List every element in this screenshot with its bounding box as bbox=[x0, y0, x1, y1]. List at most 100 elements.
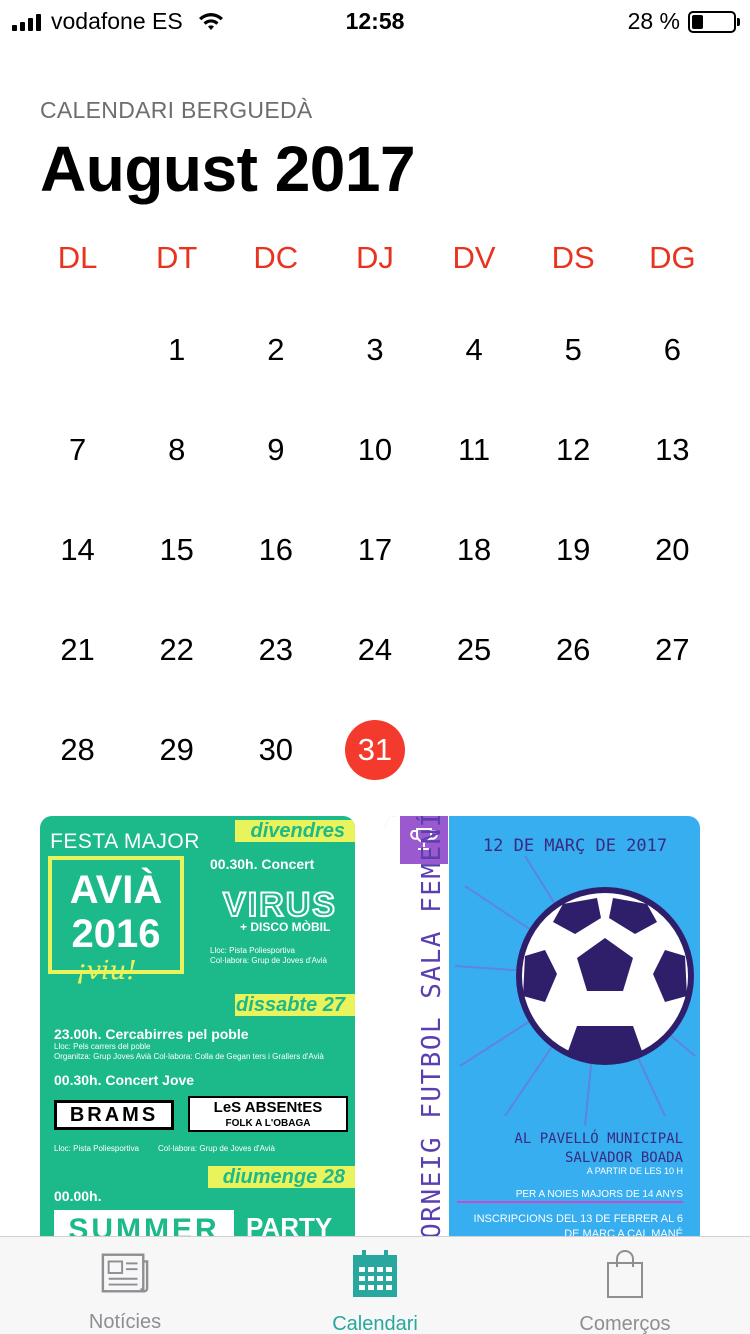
calendar-day[interactable]: 19 bbox=[524, 500, 623, 600]
calendar-day[interactable]: 12 bbox=[524, 400, 623, 500]
event-year: 2016 bbox=[71, 912, 161, 956]
tab-bar: Notícies Calendari Comerços bbox=[0, 1236, 750, 1334]
calendar-day[interactable]: 2 bbox=[226, 300, 325, 400]
tab-comercos[interactable]: Comerços bbox=[500, 1237, 750, 1334]
weekday-label: DV bbox=[452, 240, 496, 275]
calendar-day-number: 20 bbox=[655, 532, 690, 567]
calendar-day-number: 31 bbox=[344, 720, 405, 780]
venue-label: AL PAVELLÓ MUNICIPAL SALVADOR BOADA bbox=[457, 1130, 683, 1168]
tournament-title: TORNEIG FUTBOL SALA FEMENÍ bbox=[417, 816, 447, 1236]
calendar-subtitle: CALENDARI BERGUEDÀ bbox=[40, 97, 313, 123]
event-time: 00.00h. bbox=[54, 1188, 102, 1204]
date-banner: diumenge 28 bbox=[208, 1166, 355, 1188]
start-time: A PARTIR DE LES 10 H bbox=[586, 1166, 683, 1176]
event-card-futbol-sala[interactable]: TORNEIG FUTBOL SALA FEMENÍ 12 DE MARÇ DE… bbox=[385, 816, 700, 1236]
calendar-day[interactable]: 14 bbox=[28, 500, 127, 600]
weekday-label: DS bbox=[551, 240, 595, 275]
calendar-day[interactable]: 3 bbox=[325, 300, 424, 400]
calendar-day-number: 21 bbox=[60, 632, 95, 667]
calendar-day[interactable]: 30 bbox=[226, 700, 325, 800]
calendar-empty-cell bbox=[28, 300, 127, 400]
eligibility: PER A NOIES MAJORS DE 14 ANYS bbox=[457, 1189, 683, 1203]
calendar-day[interactable]: 23 bbox=[226, 600, 325, 700]
calendar-day[interactable]: 22 bbox=[127, 600, 226, 700]
calendar-day[interactable]: 4 bbox=[425, 300, 524, 400]
calendar-day-number: 5 bbox=[564, 332, 582, 367]
viu-handwriting: ¡viu! bbox=[76, 956, 137, 986]
event-card-festa-major[interactable]: FESTA MAJOR AVIÀ 2016 ¡viu! divendres 26… bbox=[40, 816, 355, 1236]
calendar-day[interactable]: 29 bbox=[127, 700, 226, 800]
calendar-day-number: 1 bbox=[168, 332, 186, 367]
summer-label: SUMMER bbox=[54, 1210, 234, 1236]
band-les-absentes-name: LeS ABSENtES bbox=[213, 1099, 323, 1116]
calendar-day[interactable]: 26 bbox=[524, 600, 623, 700]
festa-major-label: FESTA MAJOR bbox=[50, 830, 200, 853]
band-brams: BRAMS bbox=[54, 1100, 174, 1130]
collab-info: Col·labora: Grup de Joves d'Avià bbox=[158, 1144, 275, 1153]
calendar-day[interactable]: 1 bbox=[127, 300, 226, 400]
concert-jove: 00.30h. Concert Jove bbox=[54, 1072, 195, 1088]
shopping-bag-icon bbox=[600, 1249, 650, 1299]
calendar-day-number: 10 bbox=[357, 432, 393, 467]
weekday-label: DL bbox=[57, 240, 98, 275]
calendar-day[interactable]: 24 bbox=[325, 600, 424, 700]
calendar-day[interactable]: 5 bbox=[524, 300, 623, 400]
calendar-day[interactable]: 27 bbox=[623, 600, 722, 700]
calendar-day[interactable]: 28 bbox=[28, 700, 127, 800]
battery-icon bbox=[688, 10, 740, 33]
calendar-day-number: 13 bbox=[655, 432, 690, 467]
calendar-day[interactable]: 20 bbox=[623, 500, 722, 600]
weekday-label: DT bbox=[156, 240, 198, 275]
calendar-day[interactable]: 7 bbox=[28, 400, 127, 500]
weekday-header: DL DT DC DJ DV DS DG bbox=[28, 240, 722, 276]
calendar-day[interactable]: 25 bbox=[425, 600, 524, 700]
collab-info: Col·labora: Grup de Joves d'Avià bbox=[210, 956, 327, 965]
soccer-ball-icon bbox=[516, 887, 694, 1065]
calendar-day-number: 4 bbox=[465, 332, 483, 367]
calendar-day-number: 26 bbox=[555, 632, 591, 667]
calendar-day-number: 27 bbox=[655, 632, 690, 667]
calendar-day-number: 24 bbox=[357, 632, 393, 667]
calendar-day-number: 14 bbox=[60, 532, 95, 567]
calendar-day-number: 23 bbox=[258, 632, 294, 667]
calendar-day[interactable]: 13 bbox=[623, 400, 722, 500]
calendar-day-number: 30 bbox=[258, 732, 294, 767]
date-banner: dissabte 27 bbox=[235, 994, 355, 1016]
party-label: PARTY bbox=[246, 1212, 333, 1236]
calendar-day[interactable]: 21 bbox=[28, 600, 127, 700]
calendar-day-number: 8 bbox=[168, 432, 186, 467]
concert-time: 00.30h. Concert bbox=[210, 856, 315, 872]
calendar-day[interactable]: 11 bbox=[425, 400, 524, 500]
calendar-day-number: 11 bbox=[457, 432, 491, 467]
calendar-day[interactable]: 9 bbox=[226, 400, 325, 500]
weekday-label: DJ bbox=[355, 240, 394, 275]
venue-info: Lloc: Pista Poliesportiva bbox=[210, 946, 295, 955]
venue-line-1: AL PAVELLÓ MUNICIPAL bbox=[514, 1131, 683, 1147]
event-cercabirres: 23.00h. Cercabirres pel poble bbox=[54, 1026, 249, 1042]
tab-label: Calendari bbox=[332, 1313, 418, 1334]
calendar-day[interactable]: 15 bbox=[127, 500, 226, 600]
date-banner: divendres 26 bbox=[235, 820, 355, 864]
battery-percent: 28 % bbox=[627, 8, 680, 34]
avia-title: AVIÀ 2016 bbox=[52, 868, 180, 956]
band-les-absentes: LeS ABSENtES FOLK A L'OBAGA bbox=[188, 1096, 348, 1132]
calendar-day-selected[interactable]: 31 bbox=[325, 700, 424, 800]
calendar-day[interactable]: 17 bbox=[325, 500, 424, 600]
tab-calendari[interactable]: Calendari bbox=[250, 1237, 500, 1334]
organizer-info: Organitza: Grup Joves Avià Col·labora: C… bbox=[54, 1052, 324, 1061]
calendar-day[interactable]: 6 bbox=[623, 300, 722, 400]
calendar-day[interactable]: 8 bbox=[127, 400, 226, 500]
weekday-label: DC bbox=[253, 240, 299, 275]
calendar-day[interactable]: 10 bbox=[325, 400, 424, 500]
tab-noticies[interactable]: Notícies bbox=[0, 1237, 250, 1334]
weekday-label: DG bbox=[649, 240, 696, 275]
band-folk-label: FOLK A L'OBAGA bbox=[225, 1118, 311, 1129]
newspaper-icon bbox=[100, 1249, 150, 1297]
town-name: AVIÀ bbox=[69, 868, 163, 912]
status-right: 28 % bbox=[627, 8, 740, 35]
tab-label: Comerços bbox=[579, 1313, 671, 1334]
calendar-day-number: 15 bbox=[159, 532, 194, 567]
calendar-day[interactable]: 16 bbox=[226, 500, 325, 600]
calendar-day[interactable]: 18 bbox=[425, 500, 524, 600]
calendar-day-number: 12 bbox=[555, 432, 591, 467]
